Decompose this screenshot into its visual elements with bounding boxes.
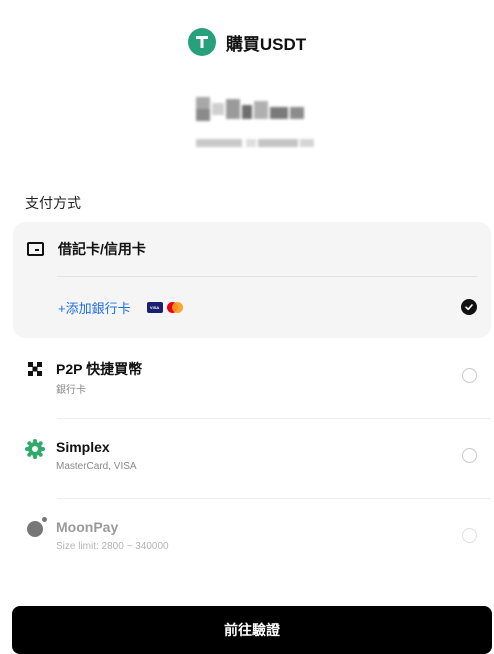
payment-method-moonpay: MoonPay Size limit: 2800 ~ 340000 [13, 499, 491, 579]
radio-button[interactable] [462, 448, 477, 463]
payment-method-p2p[interactable]: P2P 快捷買幣 銀行卡 [13, 339, 491, 419]
simplex-icon [25, 439, 45, 459]
proceed-verification-button[interactable]: 前往驗證 [12, 606, 492, 654]
method-title: MoonPay [56, 519, 119, 535]
card-option-header[interactable]: 借記卡/信用卡 [13, 222, 491, 276]
add-bank-card-link[interactable]: +添加銀行卡 [58, 298, 131, 317]
mastercard-icon [166, 302, 183, 313]
p2p-icon [25, 359, 45, 379]
card-payment-option[interactable]: 借記卡/信用卡 +添加銀行卡 VISA [13, 222, 491, 338]
payment-method-simplex[interactable]: Simplex MasterCard, VISA [13, 419, 491, 499]
visa-icon: VISA [146, 302, 163, 313]
method-subtitle: MasterCard, VISA [56, 461, 137, 472]
radio-button[interactable] [462, 368, 477, 383]
payment-method-label: 支付方式 [25, 195, 81, 211]
method-title: Simplex [56, 439, 110, 455]
radio-button [462, 528, 477, 543]
card-icon [27, 242, 44, 256]
method-subtitle: 銀行卡 [56, 385, 86, 396]
tether-icon [187, 28, 216, 56]
card-option-label: 借記卡/信用卡 [58, 241, 146, 257]
method-title: P2P 快捷買幣 [56, 361, 143, 377]
selected-check-icon[interactable] [461, 299, 477, 315]
page-title: 購買USDT [225, 34, 307, 54]
page-header: 購買USDT [0, 28, 494, 56]
method-subtitle: Size limit: 2800 ~ 340000 [56, 541, 169, 552]
amount-sub-masked [196, 137, 316, 151]
amount-masked [196, 97, 316, 123]
moonpay-icon [25, 517, 47, 539]
add-card-row[interactable]: +添加銀行卡 VISA [13, 277, 491, 338]
